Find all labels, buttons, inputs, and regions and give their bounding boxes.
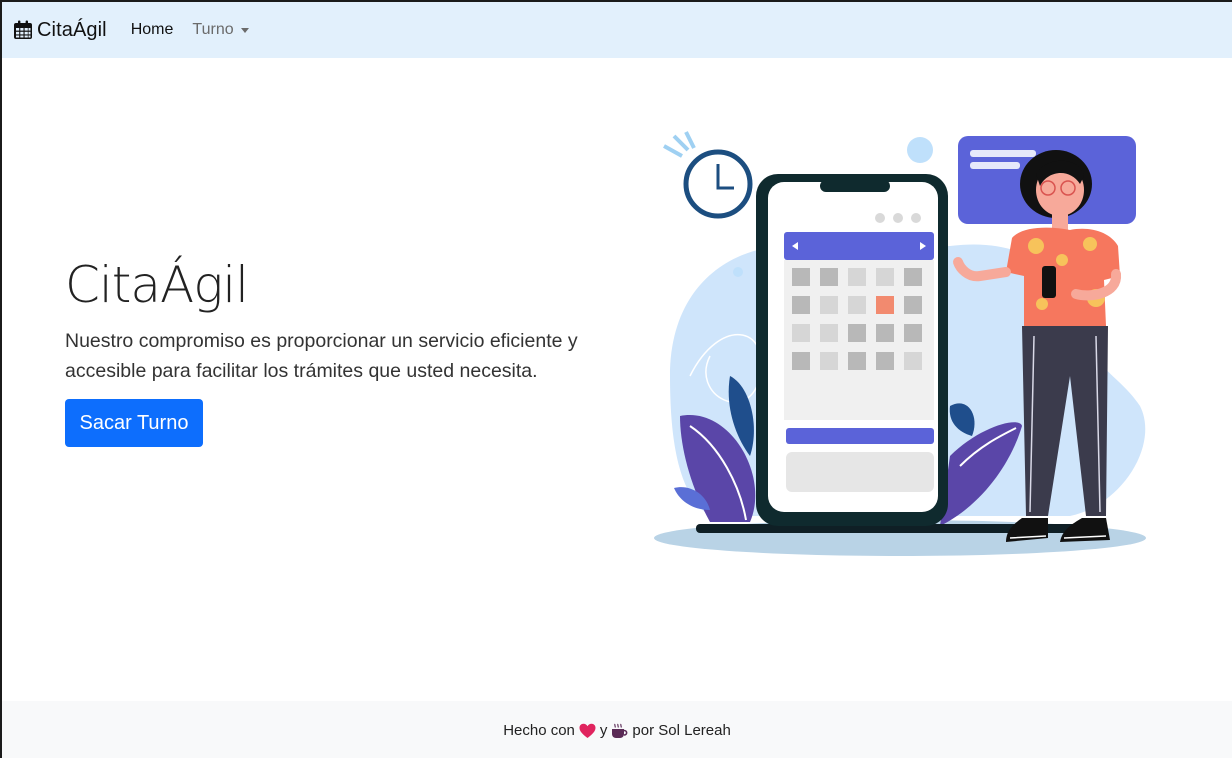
sacar-turno-button[interactable]: Sacar Turno <box>65 399 203 447</box>
footer-conjunction: y <box>599 722 608 739</box>
heart-icon <box>579 723 596 738</box>
navbar-brand-label: CitaÁgil <box>37 18 107 41</box>
page: CitaÁgil Home Turno CitaÁgil Nuestro com… <box>0 0 1232 758</box>
navbar: CitaÁgil Home Turno <box>2 2 1232 58</box>
hero-title: CitaÁgil <box>65 256 249 314</box>
hero-description: Nuestro compromiso es proporcionar un se… <box>65 330 578 382</box>
footer-author: por Sol Lereah <box>632 722 731 739</box>
nav-turno-dropdown[interactable]: Turno <box>192 21 249 39</box>
footer: Hecho con y por Sol Lereah <box>2 701 1232 758</box>
hero-illustration <box>654 131 1146 556</box>
nav-turno-label: Turno <box>192 21 234 38</box>
nav-home-link[interactable]: Home <box>131 21 174 39</box>
footer-prefix: Hecho con <box>503 722 575 739</box>
coffee-icon <box>612 723 628 738</box>
calendar-icon <box>14 20 32 39</box>
chevron-down-icon <box>240 28 249 33</box>
navbar-brand[interactable]: CitaÁgil <box>13 19 107 42</box>
